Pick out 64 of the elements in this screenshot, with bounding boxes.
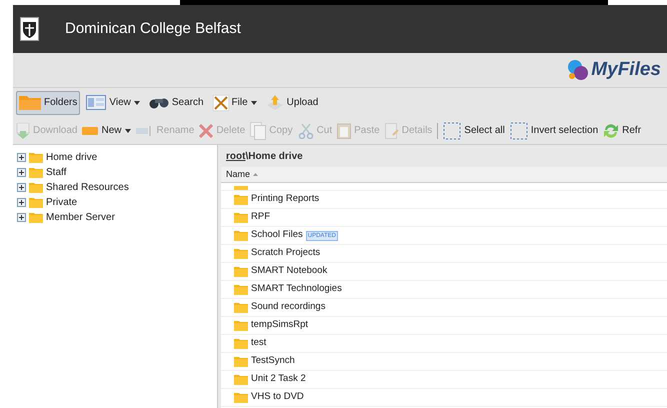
binoculars-icon [148,96,169,108]
selection-icon [443,122,462,140]
copy-icon [250,122,266,140]
file-row[interactable]: SMART Notebook [221,263,667,281]
file-name: tempSimsRpt [251,318,308,332]
file-name: Scratch Projects [251,246,320,260]
file-row[interactable]: Scratch Projects [221,245,667,263]
tree-item[interactable]: Private [17,196,217,209]
file-row[interactable]: TestSynch [221,353,667,371]
plus-icon[interactable] [17,213,26,222]
close-icon [199,124,214,138]
file-name: Sound recordings [251,300,326,314]
file-name: SMART Technologies [251,282,342,296]
upload-icon [266,94,284,110]
layout-icon [86,95,106,110]
file-row[interactable]: test [221,335,667,353]
breadcrumb-link[interactable]: root [226,148,246,164]
toolbar-button[interactable]: Folders [16,90,80,114]
file-row[interactable]: Sound recordings [221,299,667,317]
file-row[interactable]: Printing Reports [221,191,667,209]
breadcrumb-path: \Home drive [245,150,303,164]
tools-icon [212,94,229,110]
file-row[interactable]: Unit 2 Task 2 [221,371,667,389]
document-icon [384,122,399,138]
action-button[interactable]: Invert selection [510,120,598,142]
brand-name: MyFiles [591,58,661,82]
selection-icon [510,122,528,140]
tree-item[interactable]: Home drive [17,151,217,164]
file-name: Printing Reports [251,192,320,206]
plus-icon[interactable] [17,183,26,192]
tree-item[interactable]: Shared Resources [17,181,217,194]
toolbar-button[interactable]: Search [146,90,207,114]
action-button[interactable]: Refr [603,120,642,142]
plus-icon[interactable] [17,168,26,177]
header-title: Dominican College Belfast [65,18,241,39]
column-header[interactable]: Name [221,167,667,183]
bubbles-icon [567,59,590,81]
file-row[interactable]: SMART Technologies [221,281,667,299]
scissors-icon [298,122,314,138]
file-row[interactable]: RPF [221,209,667,227]
file-name: test [251,336,266,350]
download-icon [16,122,30,138]
sort-icon [253,173,258,176]
file-row[interactable]: tempSimsRpt [221,317,667,335]
toolbar-button[interactable]: File [210,90,260,114]
file-name: Unit 2 Task 2 [251,372,306,386]
file-name: School Files [251,228,303,242]
file-name: TestSynch [251,354,295,368]
toolbar-button[interactable]: Upload [262,90,322,114]
plus-icon[interactable] [17,198,26,207]
action-button[interactable]: New [82,120,130,142]
rename-icon [136,126,154,136]
file-name: SMART Notebook [251,264,328,278]
file-name: RPF [251,210,270,224]
plus-icon[interactable] [17,153,26,162]
action-button[interactable]: Select all [443,120,505,142]
tree-item[interactable]: Member Server [17,211,217,224]
tree-item[interactable]: Staff [17,166,217,179]
toolbar-button[interactable]: View [83,90,143,114]
crest-icon [20,17,39,41]
file-name: VHS to DVD [251,390,304,404]
clipboard-icon [337,122,352,139]
file-row[interactable]: VHS to DVD [221,389,667,407]
refresh-icon [603,122,620,138]
